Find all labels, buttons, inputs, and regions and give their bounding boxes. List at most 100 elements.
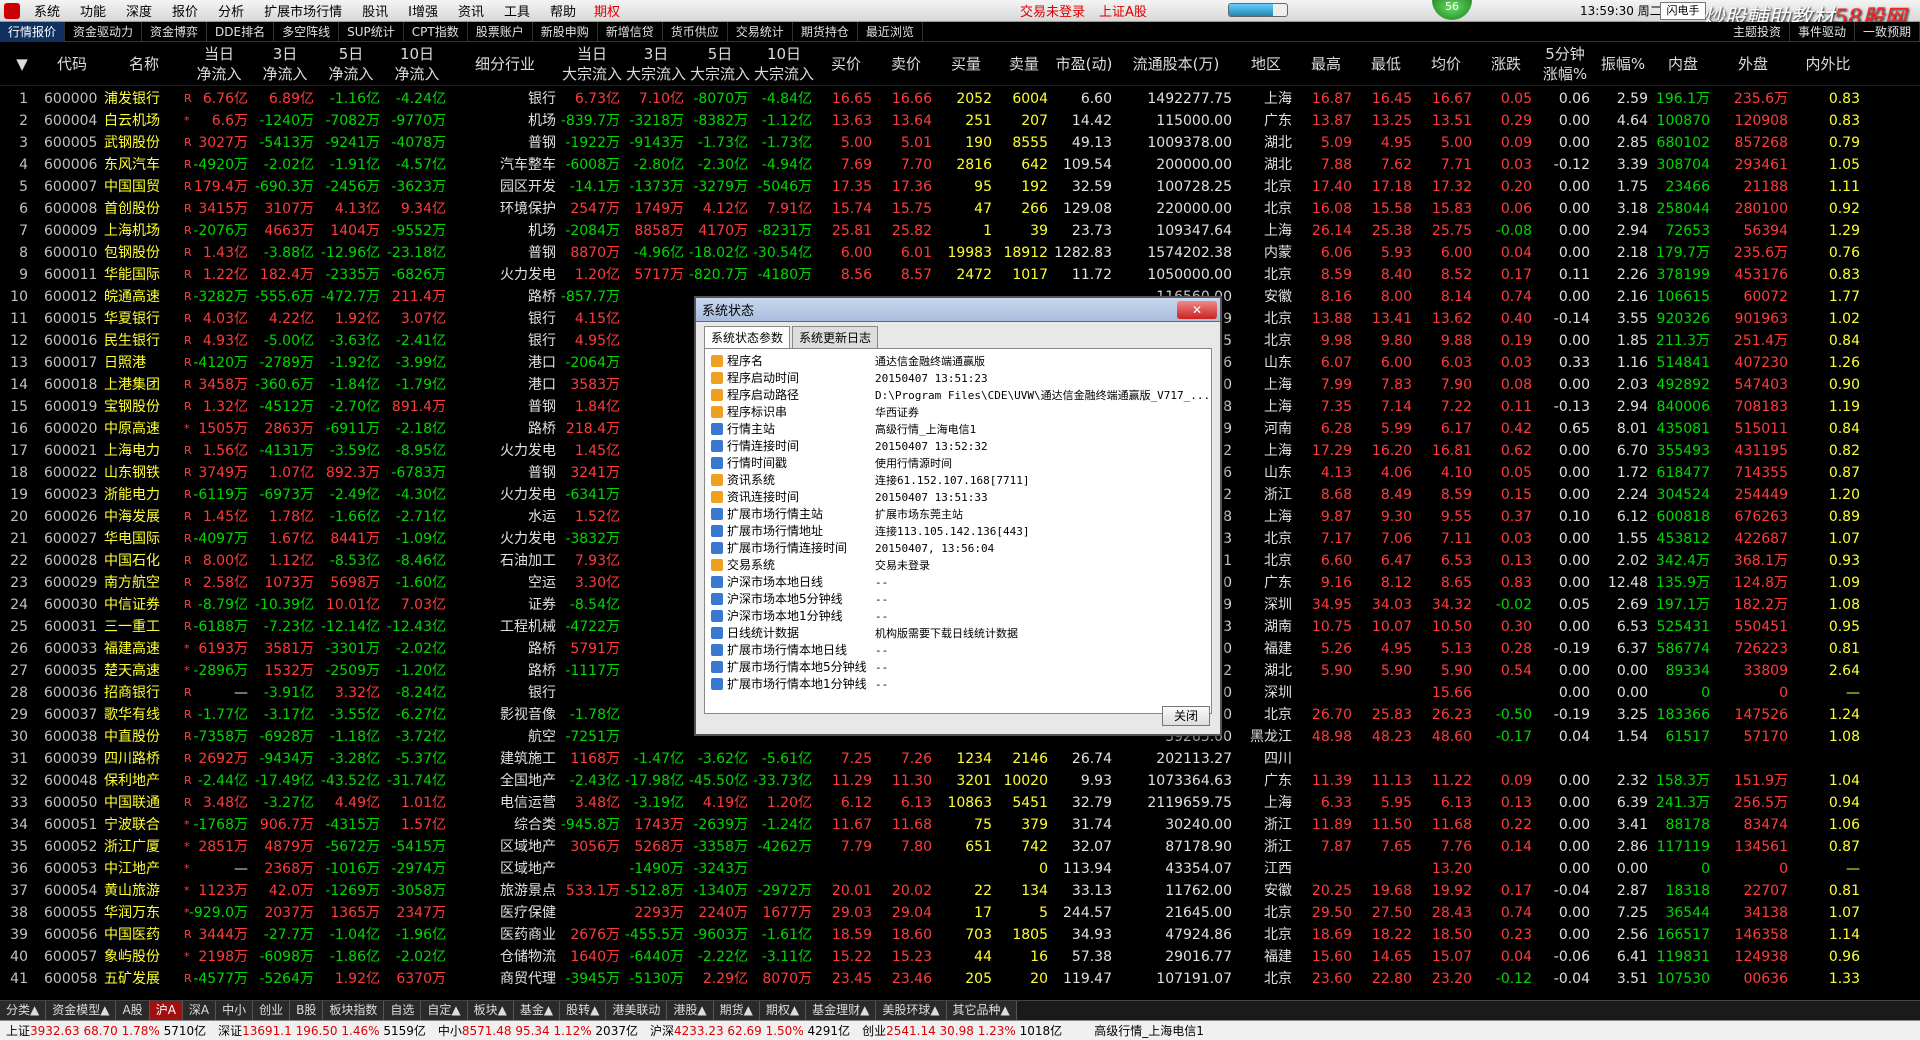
market-tab[interactable]: 自选 xyxy=(384,1001,422,1020)
market-tab[interactable]: 深A xyxy=(182,1001,217,1020)
stock-name[interactable]: 四川路桥 xyxy=(104,748,184,770)
stock-code[interactable]: 600006 xyxy=(44,154,104,176)
status-item[interactable]: 日线统计数据 机构版需要下载日线统计数据 xyxy=(705,625,1211,642)
stock-name[interactable]: 南方航空 xyxy=(104,572,184,594)
stock-code[interactable]: 600010 xyxy=(44,242,104,264)
stock-code[interactable]: 600018 xyxy=(44,374,104,396)
table-row[interactable]: 36 600053 中江地产 * —2368万 -1016万 -2974万 区域地产 -1490… xyxy=(0,858,1920,880)
stock-name[interactable]: 皖通高速 xyxy=(104,286,184,308)
status-item[interactable]: 扩展市场行情本地5分钟线 -- xyxy=(705,659,1211,676)
stock-name[interactable]: 保利地产 xyxy=(104,770,184,792)
header-flow-sub[interactable]: 净流入 xyxy=(318,64,384,84)
tab-item[interactable]: 期货持仓 xyxy=(793,21,858,42)
stock-name[interactable]: 上港集团 xyxy=(104,374,184,396)
dialog-close-icon[interactable]: ✕ xyxy=(1177,300,1217,319)
stock-code[interactable]: 600052 xyxy=(44,836,104,858)
status-item[interactable]: 资讯系统 连接61.152.107.168[7711] xyxy=(705,472,1211,489)
stock-name[interactable]: 白云机场 xyxy=(104,110,184,132)
stock-code[interactable]: 600054 xyxy=(44,880,104,902)
stock-code[interactable]: 600027 xyxy=(44,528,104,550)
stock-name[interactable]: 民生银行 xyxy=(104,330,184,352)
stock-code[interactable]: 600028 xyxy=(44,550,104,572)
menu-item[interactable]: 系统 xyxy=(24,1,70,20)
stock-name[interactable]: 东风汽车 xyxy=(104,154,184,176)
menu-item[interactable]: 帮助 xyxy=(540,1,586,20)
table-row[interactable]: 33 600050 中国联通 R 3.48亿 -3.27亿 4.49亿 1.01亿 电信运营 3.… xyxy=(0,792,1920,814)
header-5min-sub[interactable]: 涨幅% xyxy=(1536,64,1594,84)
market-tab[interactable]: 基金▲ xyxy=(513,1001,561,1020)
header-block-sub[interactable]: 大宗流入 xyxy=(688,64,752,84)
stock-name[interactable]: 首创股份 xyxy=(104,198,184,220)
stock-code[interactable]: 600021 xyxy=(44,440,104,462)
tab-item[interactable]: CPT指数 xyxy=(404,21,468,42)
stock-code[interactable]: 600048 xyxy=(44,770,104,792)
status-item[interactable]: 资讯连接时间 20150407 13:51:33 xyxy=(705,489,1211,506)
speed-badge[interactable]: 56 xyxy=(1432,0,1472,20)
status-item[interactable]: 程序名 通达信金融终端通赢版 xyxy=(705,353,1211,370)
stock-name[interactable]: 华夏银行 xyxy=(104,308,184,330)
market-tab[interactable]: 港股▲ xyxy=(667,1001,714,1020)
stock-code[interactable]: 600058 xyxy=(44,968,104,990)
header-col[interactable]: 内外比 xyxy=(1792,42,1864,86)
header-5min[interactable]: 5分钟 xyxy=(1536,44,1594,64)
index-summary[interactable]: 深证13691.1 196.50 1.46% 5159亿 xyxy=(212,1022,432,1039)
header-block-sub[interactable]: 大宗流入 xyxy=(624,64,688,84)
table-row[interactable]: 4 600006 东风汽车 R -4920万 -2.02亿 -1.91亿 -4.57亿 汽车整车… xyxy=(0,154,1920,176)
stock-code[interactable]: 600051 xyxy=(44,814,104,836)
header-col[interactable]: 流通股本(万) xyxy=(1116,42,1236,86)
tab-item[interactable]: 资金博弈 xyxy=(142,21,208,42)
market-tab[interactable]: 美股环球▲ xyxy=(876,1001,947,1020)
stock-name[interactable]: 包钢股份 xyxy=(104,242,184,264)
stock-code[interactable]: 600016 xyxy=(44,330,104,352)
tab-item[interactable]: SUP统计 xyxy=(339,21,404,42)
sort-menu-icon[interactable]: ▼ xyxy=(4,42,40,86)
stock-name[interactable]: 上海电力 xyxy=(104,440,184,462)
table-row[interactable]: 3 600005 武钢股份 R 3027万 -5413万 -9241万 -4078万 普钢 -19… xyxy=(0,132,1920,154)
status-item[interactable]: 扩展市场行情本地1分钟线 -- xyxy=(705,676,1211,693)
stock-code[interactable]: 600039 xyxy=(44,748,104,770)
stock-name[interactable]: 五矿发展 xyxy=(104,968,184,990)
stock-name[interactable]: 三一重工 xyxy=(104,616,184,638)
stock-name[interactable]: 武钢股份 xyxy=(104,132,184,154)
close-button[interactable]: 关闭 xyxy=(1162,706,1210,726)
table-row[interactable]: 32 600048 保利地产 R -2.44亿 -17.49亿 -43.52亿 -31.74亿… xyxy=(0,770,1920,792)
trade-login-status[interactable]: 交易未登录 xyxy=(1020,1,1085,20)
stock-code[interactable]: 600055 xyxy=(44,902,104,924)
market-tab[interactable]: 期货▲ xyxy=(713,1001,760,1020)
tab-item[interactable]: 行情报价 xyxy=(0,21,66,42)
status-item[interactable]: 扩展市场行情地址 连接113.105.142.136[443] xyxy=(705,523,1211,540)
header-block-period[interactable]: 当日 xyxy=(560,44,624,64)
stock-name[interactable]: 华能国际 xyxy=(104,264,184,286)
stock-code[interactable]: 600008 xyxy=(44,198,104,220)
menu-item[interactable]: 股讯 xyxy=(352,1,398,20)
table-row[interactable]: 40 600057 象屿股份 * 2198万 -6098万 -1.86亿 -2.02亿 仓储物流… xyxy=(0,946,1920,968)
stock-code[interactable]: 600036 xyxy=(44,682,104,704)
stock-code[interactable]: 600017 xyxy=(44,352,104,374)
table-row[interactable]: 8 600010 包钢股份 R 1.43亿 -3.88亿 -12.96亿 -23.18亿 普钢 8… xyxy=(0,242,1920,264)
header-flow-sub[interactable]: 净流入 xyxy=(186,64,252,84)
table-row[interactable]: 39 600056 中国医药 R 3444万 -27.7万 -1.04亿 -1.96亿 医药商业… xyxy=(0,924,1920,946)
tab-item[interactable]: 最近浏览 xyxy=(858,21,923,42)
header-col[interactable]: 振幅% xyxy=(1594,42,1652,86)
stock-name[interactable]: 中国联通 xyxy=(104,792,184,814)
stock-name[interactable]: 日照港 xyxy=(104,352,184,374)
table-row[interactable]: 2 600004 白云机场 * 6.6万 -1240万 -7082万 -9770万 机场 -839… xyxy=(0,110,1920,132)
status-item[interactable]: 沪深市场本地日线 -- xyxy=(705,574,1211,591)
table-row[interactable]: 6 600008 首创股份 R 3415万 3107万 4.13亿 9.34亿 环境保护 2547… xyxy=(0,198,1920,220)
header-col[interactable]: 均价 xyxy=(1416,42,1476,86)
header-flow-period[interactable]: 3日 xyxy=(252,44,318,64)
tab-item[interactable]: 交易统计 xyxy=(728,21,793,42)
header-flow-sub[interactable]: 净流入 xyxy=(252,64,318,84)
dialog-titlebar[interactable]: 系统状态 ✕ xyxy=(696,298,1220,322)
stock-name[interactable]: 浙能电力 xyxy=(104,484,184,506)
stock-code[interactable]: 600035 xyxy=(44,660,104,682)
stock-name[interactable]: 中原高速 xyxy=(104,418,184,440)
menu-item[interactable]: 深度 xyxy=(116,1,162,20)
stock-code[interactable]: 600020 xyxy=(44,418,104,440)
tab-item[interactable]: 主题投资 xyxy=(1725,21,1790,42)
stock-code[interactable]: 600019 xyxy=(44,396,104,418)
stock-name[interactable]: 楚天高速 xyxy=(104,660,184,682)
stock-code[interactable]: 600005 xyxy=(44,132,104,154)
market-tab[interactable]: 自定▲ xyxy=(421,1001,468,1020)
stock-code[interactable]: 600011 xyxy=(44,264,104,286)
